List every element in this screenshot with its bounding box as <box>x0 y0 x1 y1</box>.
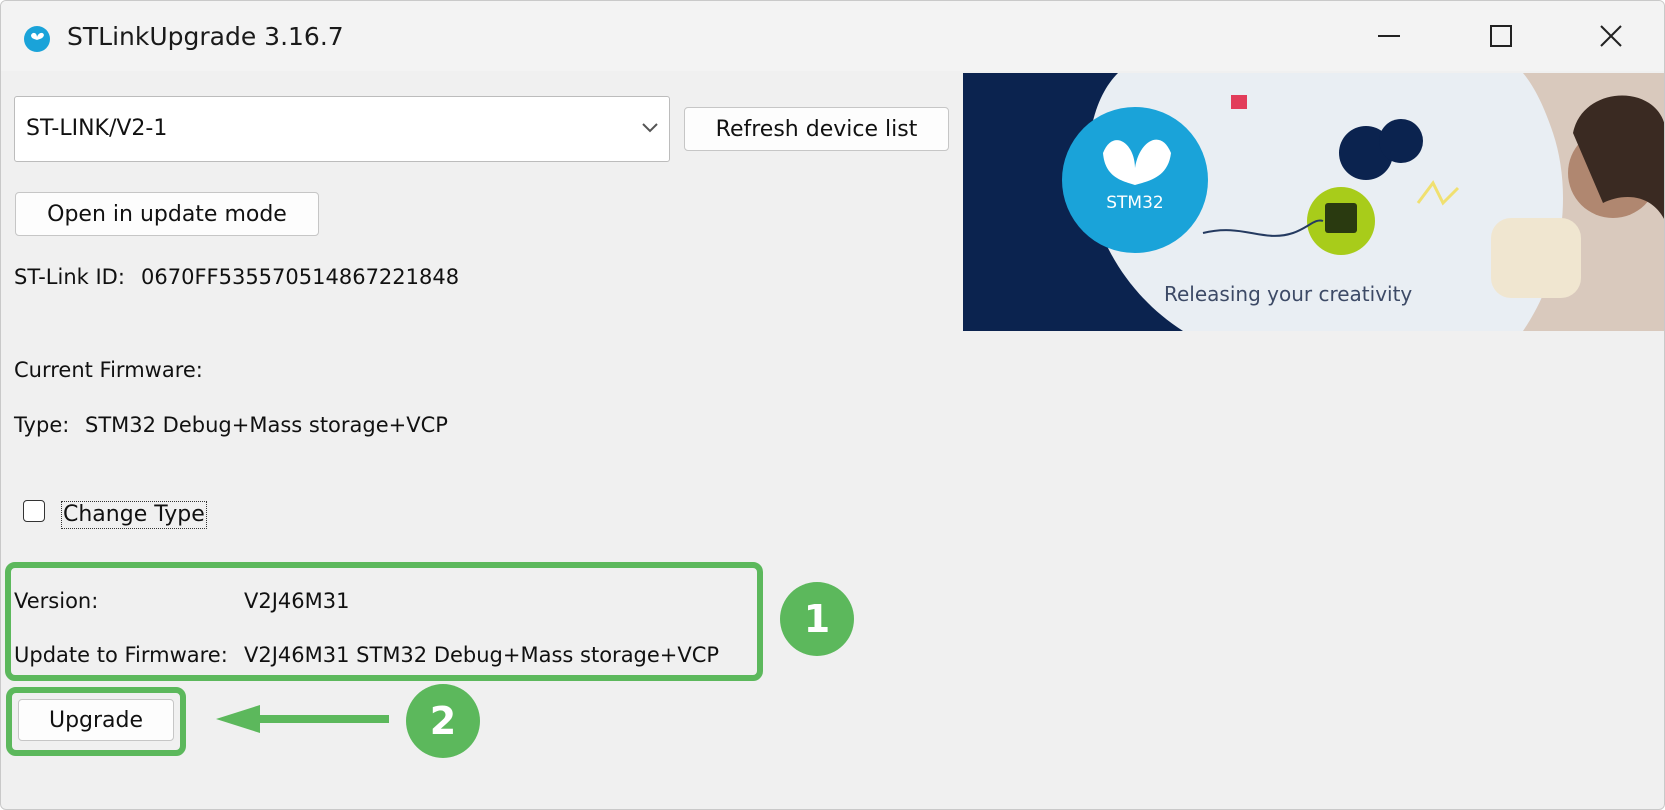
stlink-id-label: ST-Link ID: <box>14 265 125 289</box>
version-highlight-box <box>5 562 763 681</box>
left-arrow-icon <box>216 705 389 733</box>
stlink-id-value: 0670FF535570514867221848 <box>141 265 460 289</box>
device-select-value: ST-LINK/V2-1 <box>26 116 168 141</box>
stm32-banner-image: STM32 Releasing your creativity <box>963 73 1664 331</box>
step-badge-2: 2 <box>406 684 480 758</box>
device-select[interactable]: ST-LINK/V2-1 <box>14 96 670 162</box>
close-button[interactable] <box>1583 13 1639 59</box>
app-icon <box>24 26 50 52</box>
type-label: Type: <box>14 413 70 437</box>
step-badge-1: 1 <box>780 582 854 656</box>
close-icon <box>1600 25 1622 47</box>
minimize-button[interactable] <box>1361 13 1417 59</box>
refresh-device-list-button[interactable]: Refresh device list <box>684 107 949 151</box>
upgrade-highlight-box <box>6 687 186 756</box>
banner-logo-text: STM32 <box>1106 193 1163 213</box>
title-bar[interactable]: STLinkUpgrade 3.16.7 <box>1 1 1664 71</box>
banner-tagline: Releasing your creativity <box>1164 282 1412 306</box>
maximize-button[interactable] <box>1473 13 1529 59</box>
window-title: STLinkUpgrade 3.16.7 <box>67 22 344 51</box>
current-firmware-label: Current Firmware: <box>14 358 203 382</box>
change-type-checkbox[interactable] <box>23 500 45 522</box>
maximize-icon <box>1490 25 1512 47</box>
app-window: STLinkUpgrade 3.16.7 ST-LINK/V2-1 Refres… <box>0 0 1665 810</box>
type-value: STM32 Debug+Mass storage+VCP <box>85 413 448 437</box>
open-in-update-mode-button[interactable]: Open in update mode <box>15 192 319 236</box>
chevron-down-icon <box>642 123 658 133</box>
change-type-label[interactable]: Change Type <box>61 501 207 529</box>
minimize-icon <box>1378 35 1400 37</box>
